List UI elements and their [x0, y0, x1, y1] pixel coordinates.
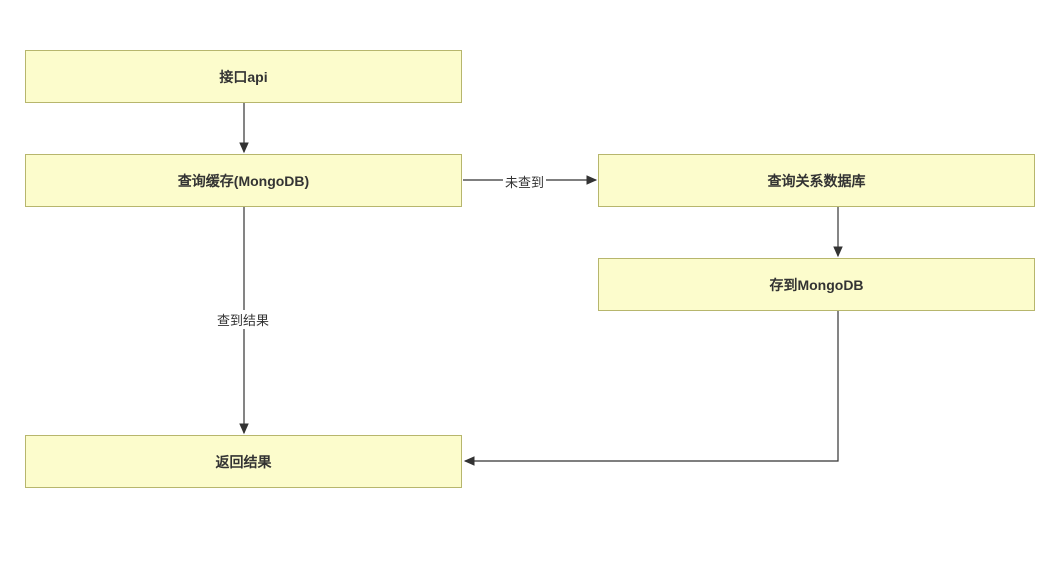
edge-text: 未查到 [505, 175, 544, 190]
edge-text: 查到结果 [217, 313, 269, 328]
edge-label-not-found: 未查到 [503, 172, 546, 191]
node-label: 查询关系数据库 [768, 171, 866, 191]
node-save-mongo: 存到MongoDB [598, 258, 1035, 311]
node-query-db: 查询关系数据库 [598, 154, 1035, 207]
node-api: 接口api [25, 50, 462, 103]
node-label: 存到MongoDB [769, 275, 863, 295]
node-query-cache: 查询缓存(MongoDB) [25, 154, 462, 207]
node-label: 接口api [219, 67, 267, 87]
edge-label-found: 查到结果 [215, 310, 271, 329]
node-label: 返回结果 [216, 452, 272, 472]
node-label: 查询缓存(MongoDB) [178, 171, 309, 191]
node-return-result: 返回结果 [25, 435, 462, 488]
